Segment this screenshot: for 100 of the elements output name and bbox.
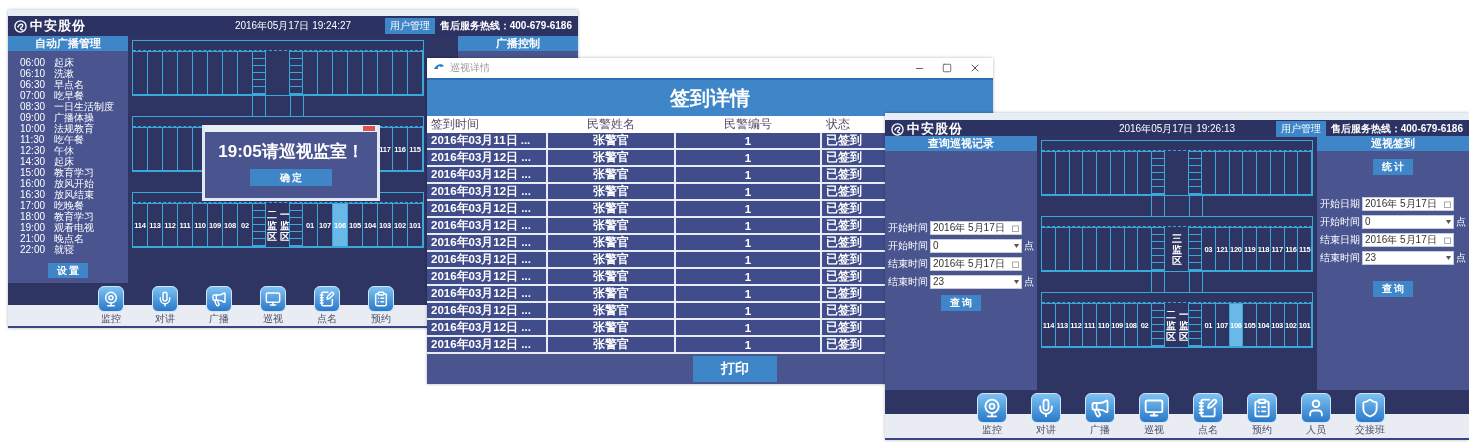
schedule-time: 06:30 xyxy=(20,79,47,90)
webcam-icon xyxy=(982,398,1002,418)
table-cell: 张警官 xyxy=(547,133,675,149)
statistics-button[interactable]: 统 计 xyxy=(1373,159,1413,175)
schedule-time: 10:00 xyxy=(20,123,47,134)
unit-label: 点 xyxy=(1024,239,1034,253)
unit-label: 点 xyxy=(1024,275,1034,289)
date-field[interactable]: 2016年 5月17日 xyxy=(1362,197,1454,211)
notepad-icon xyxy=(1198,398,1218,418)
schedule-event: 教育学习 xyxy=(54,211,94,222)
print-button[interactable]: 打印 xyxy=(693,356,777,382)
caret-icon xyxy=(1446,256,1451,260)
schedule-time: 21:00 xyxy=(20,233,47,244)
schedule-event: 一日生活制度 xyxy=(54,101,114,112)
schedule-event: 观看电视 xyxy=(54,222,94,233)
caret-icon xyxy=(1014,280,1019,284)
area-label: 二监区 xyxy=(266,208,277,242)
hour-field[interactable]: 0 xyxy=(1362,215,1454,229)
checklist-icon xyxy=(373,291,389,307)
schedule-time: 15:00 xyxy=(20,167,47,178)
panel-title: 广播控制 xyxy=(458,36,578,51)
schedule-time: 14:30 xyxy=(20,156,47,167)
schedule-time: 16:30 xyxy=(20,189,47,200)
brand-name: 中安股份 xyxy=(30,17,86,35)
panel-title: 自动广播管理 xyxy=(8,36,128,51)
schedule-time: 16:00 xyxy=(20,178,47,189)
date-time: 2016年05月17日 19:26:13 xyxy=(1118,122,1236,136)
webcam-icon xyxy=(103,291,119,307)
date-field[interactable]: 2016年 5月17日 xyxy=(1362,233,1454,247)
panel-title: 巡视签到 xyxy=(1317,136,1469,151)
hotline-text: 售后服务热线：400-679-6186 xyxy=(439,19,572,33)
hour-field[interactable]: 23 xyxy=(930,275,1022,289)
area-label: 一监区 xyxy=(1178,308,1189,342)
query-button[interactable]: 查 询 xyxy=(941,295,981,311)
caret-icon xyxy=(1014,244,1019,248)
schedule-time: 18:00 xyxy=(20,211,47,222)
schedule-event: 起床 xyxy=(54,57,74,68)
schedule-event: 吃晚餐 xyxy=(54,200,84,211)
schedule-time: 19:00 xyxy=(20,222,47,233)
schedule-event: 放风结束 xyxy=(54,189,94,200)
monitor-icon xyxy=(265,291,281,307)
calendar-icon xyxy=(1444,200,1451,208)
stairwell xyxy=(252,203,266,247)
query-button[interactable]: 查 询 xyxy=(1373,281,1413,297)
schedule-event: 晚点名 xyxy=(54,233,84,244)
person-icon xyxy=(1306,398,1326,418)
monitor-icon xyxy=(1144,398,1164,418)
maximize-icon xyxy=(942,63,952,73)
area-label: 一监区 xyxy=(279,208,290,242)
settings-button[interactable]: 设 置 xyxy=(48,263,88,278)
megaphone-icon xyxy=(1090,398,1110,418)
hotline-text: 售后服务热线：400-679-6186 xyxy=(1330,122,1463,136)
notepad-icon xyxy=(319,291,335,307)
area-label: 三监区 xyxy=(1172,232,1182,266)
schedule-event: 午休 xyxy=(54,145,74,156)
schedule-time: 09:00 xyxy=(20,112,47,123)
logo-icon xyxy=(891,122,904,136)
logo-icon xyxy=(14,19,27,33)
schedule-time: 11:30 xyxy=(20,134,46,145)
calendar-icon xyxy=(1012,224,1019,232)
window-title: 巡视详情 xyxy=(450,61,491,75)
column-header: 民警编号 xyxy=(675,116,821,133)
stairwell xyxy=(1151,303,1165,347)
schedule-time: 06:00 xyxy=(20,57,47,68)
user-management-button[interactable]: 用户管理 xyxy=(1275,121,1326,137)
date-field[interactable]: 2016年 5月17日 xyxy=(930,221,1022,235)
field-label: 结束时间 xyxy=(1320,251,1360,265)
confirm-button[interactable]: 确 定 xyxy=(250,169,332,186)
schedule-event: 放风开始 xyxy=(54,178,94,189)
microphone-icon xyxy=(157,291,173,307)
schedule-time: 22:00 xyxy=(20,244,47,255)
user-management-button[interactable]: 用户管理 xyxy=(384,18,435,34)
schedule-event: 教育学习 xyxy=(54,167,94,178)
field-label: 开始时间 xyxy=(888,239,928,253)
schedule-time: 06:10 xyxy=(20,68,47,79)
column-header: 民警姓名 xyxy=(547,116,675,133)
field-label: 开始日期 xyxy=(1320,197,1360,211)
schedule-event: 起床 xyxy=(54,156,74,167)
field-label: 开始时间 xyxy=(1320,215,1360,229)
schedule-event: 就寝 xyxy=(54,244,74,255)
hour-field[interactable]: 0 xyxy=(930,239,1022,253)
alert-message: 19:05请巡视监室！ xyxy=(218,141,364,163)
calendar-icon xyxy=(1012,260,1019,268)
schedule-time: 12:30 xyxy=(20,145,47,156)
dialog-heading: 签到详情 xyxy=(670,85,750,111)
schedule-time: 08:30 xyxy=(20,101,47,112)
microphone-icon xyxy=(1036,398,1056,418)
schedule-event: 吃午餐 xyxy=(54,134,84,145)
megaphone-icon xyxy=(211,291,227,307)
calendar-icon xyxy=(1444,236,1451,244)
schedule-event: 洗漱 xyxy=(54,68,74,79)
hour-field[interactable]: 23 xyxy=(1362,251,1454,265)
area-label: 二监区 xyxy=(1165,308,1176,342)
checklist-icon xyxy=(1252,398,1272,418)
schedule-time: 07:00 xyxy=(20,90,47,101)
field-label: 结束时间 xyxy=(888,257,928,271)
field-label: 开始时间 xyxy=(888,221,928,235)
stairwell xyxy=(289,203,303,247)
table-cell: 1 xyxy=(675,133,821,149)
date-field[interactable]: 2016年 5月17日 xyxy=(930,257,1022,271)
